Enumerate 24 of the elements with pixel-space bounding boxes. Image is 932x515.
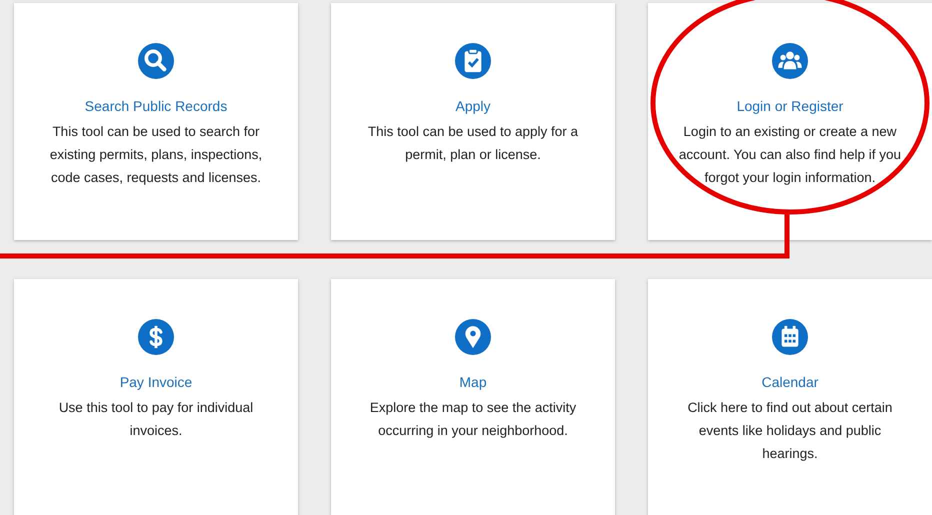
card-description: Explore the map to see the activity occurring in your neighborhood. bbox=[368, 399, 578, 440]
card-title[interactable]: Map bbox=[459, 372, 487, 392]
dollar-icon bbox=[138, 319, 174, 355]
card-title[interactable]: Search Public Records bbox=[84, 96, 228, 116]
tool-card[interactable]: Calendar Click here to find out about certain events like holidays and public hearings. bbox=[648, 279, 932, 515]
tool-card[interactable]: Apply This tool can be used to apply for a permit, plan or license. bbox=[331, 3, 615, 240]
tool-card[interactable]: Pay Invoice Use this tool to pay for individual invoices. bbox=[14, 279, 298, 515]
map-pin-icon bbox=[455, 319, 491, 355]
search-icon bbox=[138, 43, 174, 79]
card-description: Use this tool to pay for individual invoices. bbox=[58, 399, 254, 440]
tool-card[interactable]: Map Explore the map to see the activity occurring in your neighborhood. bbox=[331, 279, 615, 515]
card-description: This tool can be used to search for existing permits, plans, inspections, code cases, requests and licenses. bbox=[48, 123, 264, 187]
tool-card[interactable]: Search Public Records This tool can be used to search for existing permits, plans, inspections, code cases, requests and licenses. bbox=[14, 3, 298, 240]
card-description: Click here to find out about certain events like holidays and public hearings. bbox=[686, 399, 894, 463]
card-title[interactable]: Pay Invoice bbox=[120, 372, 192, 392]
tool-card[interactable]: Login or Register Login to an existing or create a new account. You can also find help if you forgot your login information. bbox=[648, 3, 932, 240]
card-title[interactable]: Calendar bbox=[762, 372, 818, 392]
calendar-icon bbox=[772, 319, 808, 355]
card-description: This tool can be used to apply for a permit, plan or license. bbox=[366, 123, 580, 164]
card-title[interactable]: Apply bbox=[455, 96, 491, 116]
card-description: Login to an existing or create a new account. You can also find help if you forgot your login information. bbox=[678, 123, 902, 187]
people-icon bbox=[772, 43, 808, 79]
clipboard-icon bbox=[455, 43, 491, 79]
card-title[interactable]: Login or Register bbox=[736, 96, 844, 116]
